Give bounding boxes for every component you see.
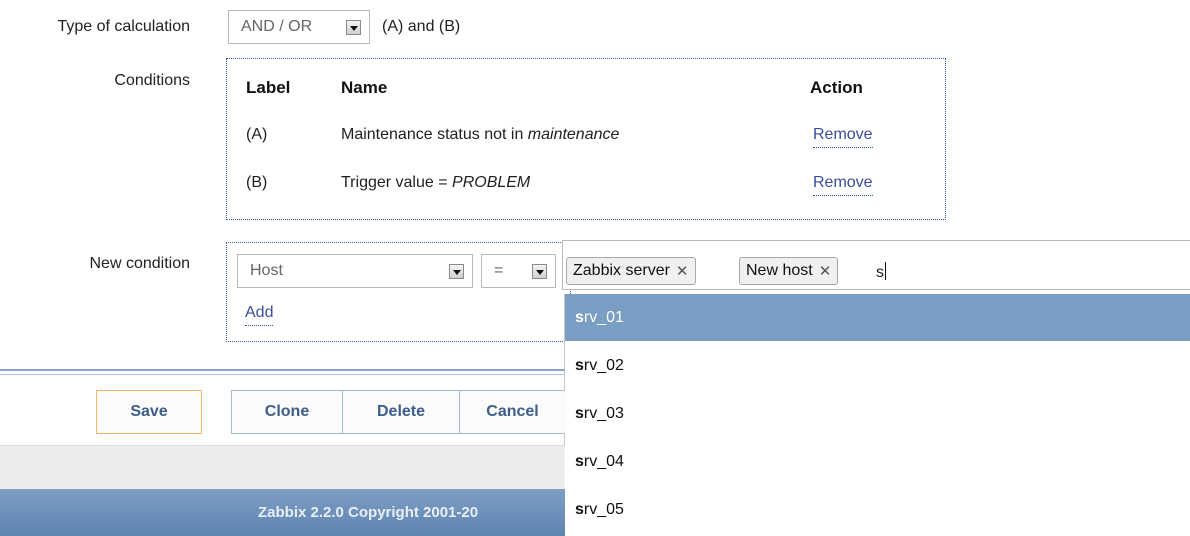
col-header-label: Label: [246, 78, 291, 97]
condition-name-a: Maintenance status not in maintenance: [341, 126, 619, 144]
condition-name-a-prefix: Maintenance status not in: [341, 126, 528, 143]
suggestion-match: s: [575, 357, 584, 374]
suggestion-match: s: [575, 405, 584, 422]
form-separator-line: [0, 374, 565, 375]
condition-type-select[interactable]: Host: [237, 254, 473, 288]
condition-name-b-value: PROBLEM: [452, 174, 531, 191]
calc-type-label: Type of calculation: [57, 18, 190, 35]
chevron-down-icon[interactable]: [532, 263, 547, 279]
host-search-value: s: [876, 264, 884, 281]
chevron-down-icon[interactable]: [346, 19, 361, 35]
suggestion-rest: rv_04: [583, 453, 624, 470]
conditions-label: Conditions: [114, 72, 190, 89]
col-header-name: Name: [341, 78, 388, 97]
chevron-down-icon[interactable]: [449, 263, 464, 279]
suggestion-match: s: [575, 453, 584, 470]
cancel-button[interactable]: Cancel: [459, 390, 565, 434]
condition-operator-select[interactable]: =: [481, 254, 556, 288]
form-separator: [0, 369, 565, 371]
col-header-action: Action: [810, 78, 863, 97]
suggestion-item[interactable]: srv_03: [565, 390, 1190, 437]
suggestion-item[interactable]: srv_04: [565, 438, 1190, 485]
condition-name-b: Trigger value = PROBLEM: [341, 174, 530, 192]
condition-operator-value: =: [494, 262, 504, 279]
suggestion-rest: rv_02: [583, 357, 624, 374]
close-icon[interactable]: ✕: [676, 262, 689, 280]
save-button[interactable]: Save: [96, 390, 202, 434]
condition-label-a: (A): [246, 126, 268, 143]
remove-condition-b-link[interactable]: Remove: [813, 174, 873, 196]
host-suggestions-list: srv_01 srv_02 srv_03 srv_04 srv_05: [564, 294, 1190, 536]
suggestion-match: s: [575, 309, 584, 326]
host-chip-label: Zabbix server: [573, 262, 670, 279]
clone-button[interactable]: Clone: [231, 390, 343, 434]
page-bottom-bar: [0, 445, 565, 490]
new-condition-label: New condition: [89, 255, 191, 272]
calc-type-select[interactable]: AND / OR: [228, 10, 370, 44]
calc-formula: (A) and (B): [382, 18, 461, 35]
add-condition-link[interactable]: Add: [245, 304, 274, 326]
delete-button[interactable]: Delete: [342, 390, 460, 434]
close-icon[interactable]: ✕: [819, 262, 832, 280]
text-cursor: [885, 262, 886, 280]
page-footer: Zabbix 2.2.0 Copyright 2001-20: [0, 489, 565, 536]
suggestion-rest: rv_01: [583, 309, 624, 326]
host-search-input[interactable]: s: [876, 262, 886, 282]
calc-type-value: AND / OR: [241, 18, 313, 35]
footer-copyright: Zabbix 2.2.0 Copyright 2001-20: [258, 504, 479, 521]
suggestion-rest: rv_05: [583, 501, 624, 518]
suggestion-item[interactable]: srv_02: [565, 342, 1190, 389]
suggestion-item[interactable]: srv_05: [565, 486, 1190, 533]
condition-name-a-value: maintenance: [527, 126, 620, 143]
remove-condition-a-link[interactable]: Remove: [813, 126, 873, 148]
condition-type-value: Host: [250, 262, 283, 279]
suggestion-item[interactable]: srv_01: [565, 294, 1190, 341]
host-chip-new-host: New host ✕: [739, 257, 839, 285]
condition-name-b-prefix: Trigger value =: [341, 174, 453, 191]
suggestion-rest: rv_03: [583, 405, 624, 422]
host-chip-label: New host: [746, 262, 813, 279]
suggestion-match: s: [575, 501, 584, 518]
condition-label-b: (B): [246, 174, 268, 191]
host-chip-zabbix-server: Zabbix server ✕: [566, 257, 696, 285]
